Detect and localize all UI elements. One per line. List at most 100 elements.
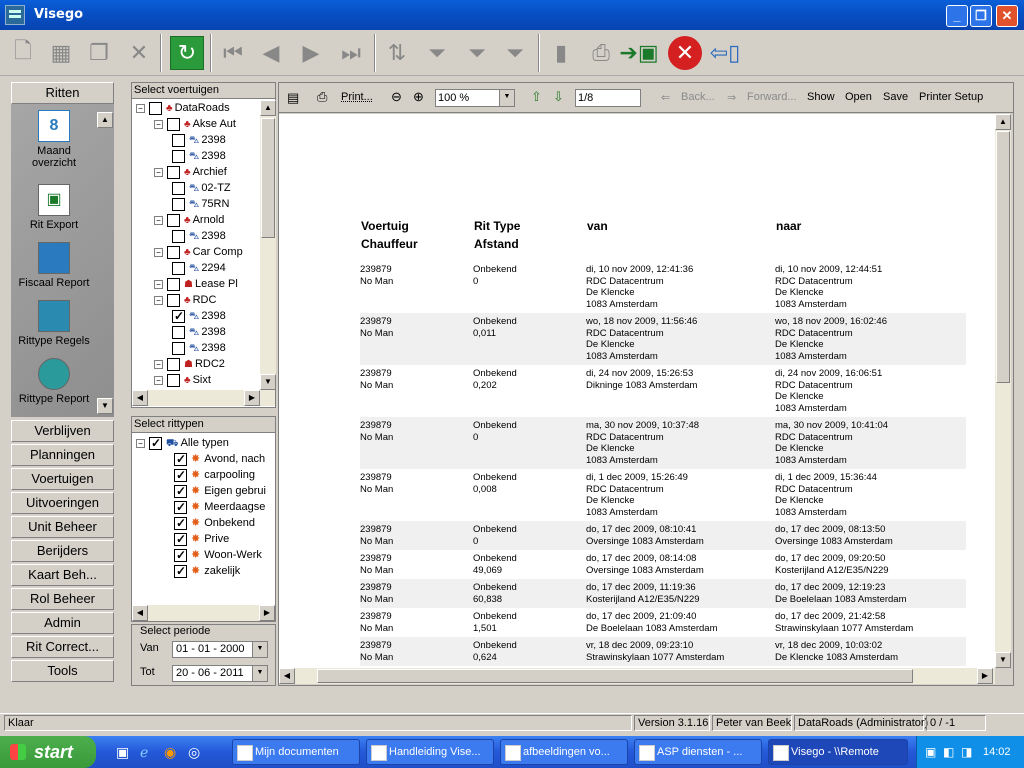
nav-rit-correct[interactable]: Rit Correct... <box>11 636 114 658</box>
nav-uitvoeringen[interactable]: Uitvoeringen <box>11 492 114 514</box>
scroll-right-arrow[interactable]: ▶ <box>977 668 993 684</box>
tot-date-field[interactable]: 20 - 06 - 2011 ▼ <box>172 665 268 682</box>
zoom-dropdown-arrow[interactable]: ▼ <box>499 90 514 106</box>
grid-icon[interactable]: ▦ <box>44 36 78 70</box>
voertuig-tree-item[interactable]: − ♣ Archief <box>154 164 227 180</box>
nav-verblijven[interactable]: Verblijven <box>11 420 114 442</box>
nav-planningen[interactable]: Planningen <box>11 444 114 466</box>
save-button[interactable]: Save <box>883 91 908 103</box>
voertuig-tree-item[interactable]: − ♣ RDC <box>154 292 216 308</box>
checkbox[interactable] <box>167 373 180 387</box>
toggle-tree-icon[interactable]: ▤ <box>287 90 299 106</box>
tot-dropdown-arrow[interactable]: ▼ <box>252 666 267 681</box>
expand-toggle-icon[interactable]: − <box>154 247 163 257</box>
printer-icon[interactable]: ⎙ <box>317 89 327 105</box>
nav-item-rit-export[interactable]: ▣ Rit Export <box>11 184 97 231</box>
expand-toggle-icon[interactable]: − <box>154 375 163 385</box>
scroll-right-arrow[interactable]: ▶ <box>244 390 260 406</box>
delete-icon[interactable]: ✕ <box>122 36 156 70</box>
quicklaunch-ie-icon[interactable]: ℯ <box>140 744 148 761</box>
expand-toggle-icon[interactable]: − <box>154 359 163 369</box>
task-asp-diensten[interactable]: ASP diensten - ... <box>634 739 762 765</box>
expand-toggle-icon[interactable]: − <box>154 295 163 305</box>
exit-door-icon[interactable]: ⇦▯ <box>708 36 742 70</box>
printer-setup-button[interactable]: Printer Setup <box>919 91 983 103</box>
show-button[interactable]: Show <box>807 91 835 103</box>
checkbox[interactable] <box>174 515 187 531</box>
rittype-item[interactable]: ✸carpooling <box>174 467 255 483</box>
nav-scroll-up[interactable]: ▲ <box>97 112 113 128</box>
voertuig-tree-item[interactable]: − ♣ Sixt <box>154 372 211 388</box>
start-button[interactable]: start <box>0 736 96 768</box>
task-visego[interactable]: Visego - \\Remote <box>768 739 908 765</box>
report-hscroll[interactable]: ◀ ▶ <box>279 668 995 684</box>
scroll-right-arrow[interactable]: ▶ <box>259 605 275 621</box>
first-icon[interactable]: ⏮ <box>216 36 250 70</box>
rittype-item[interactable]: ✸Avond, nach <box>174 451 265 467</box>
checkbox[interactable] <box>174 499 187 515</box>
scroll-thumb[interactable] <box>261 118 275 238</box>
voertuig-tree-item[interactable]: ⛍2398 <box>172 308 226 324</box>
print-button[interactable]: Print... <box>341 91 373 103</box>
nav-kaart-beheer[interactable]: Kaart Beh... <box>11 564 114 586</box>
checkbox[interactable] <box>167 165 180 179</box>
rittype-item[interactable]: ✸Eigen gebrui <box>174 483 266 499</box>
expand-toggle-icon[interactable]: − <box>154 167 163 177</box>
voertuig-tree-item[interactable]: ⛍2398 <box>172 228 226 244</box>
print-icon[interactable]: ⎙ <box>584 36 618 70</box>
nav-scroll-down[interactable]: ▼ <box>97 398 113 414</box>
nav-ritten[interactable]: Ritten <box>11 82 114 104</box>
checkbox[interactable] <box>174 467 187 483</box>
checkbox[interactable] <box>172 181 185 195</box>
scroll-left-arrow[interactable]: ◀ <box>132 605 148 621</box>
sort-icon[interactable]: ⇅ <box>380 36 414 70</box>
checkbox[interactable] <box>172 229 185 243</box>
voertuig-tree-item[interactable]: − ♣ DataRoads <box>136 100 230 116</box>
voertuig-tree-item[interactable]: ⛍2398 <box>172 148 226 164</box>
nav-item-maandoverzicht[interactable]: 8 Maand overzicht <box>11 110 97 169</box>
prev-icon[interactable]: ◀ <box>254 36 288 70</box>
zoom-out-icon[interactable]: ⊖ <box>391 89 402 105</box>
page-number-field[interactable]: 1/8 <box>575 89 641 107</box>
nav-item-fiscaal-report[interactable]: Fiscaal Report <box>11 242 97 289</box>
next-icon[interactable]: ▶ <box>294 36 328 70</box>
nav-rol-beheer[interactable]: Rol Beheer <box>11 588 114 610</box>
task-mijn-documenten[interactable]: Mijn documenten <box>232 739 360 765</box>
rittype-item[interactable]: ✸Meerdaagse <box>174 499 265 515</box>
nav-admin[interactable]: Admin <box>11 612 114 634</box>
checkbox[interactable] <box>174 531 187 547</box>
filter-icon[interactable]: ⏷ <box>420 36 454 70</box>
page-up-icon[interactable]: ⇧ <box>531 89 542 105</box>
expand-toggle-icon[interactable]: − <box>136 103 145 113</box>
checkbox[interactable] <box>174 451 187 467</box>
quicklaunch-media-icon[interactable]: ◎ <box>188 744 200 761</box>
checkbox[interactable] <box>174 483 187 499</box>
checkbox[interactable] <box>167 293 180 307</box>
quicklaunch-firefox-icon[interactable]: ◉ <box>164 744 176 761</box>
tray-app-icon[interactable]: ◧ <box>943 736 954 768</box>
minimize-button[interactable]: _ <box>946 5 968 27</box>
tray-network-icon[interactable]: ▣ <box>925 736 936 768</box>
page-icon[interactable]: ▮ <box>544 36 578 70</box>
back-button[interactable]: Back... <box>681 91 715 103</box>
van-dropdown-arrow[interactable]: ▼ <box>252 642 267 657</box>
checkbox[interactable] <box>172 149 185 163</box>
back-arrow-icon[interactable]: ⇐ <box>661 91 670 104</box>
nav-berijders[interactable]: Berijders <box>11 540 114 562</box>
checkbox[interactable] <box>167 245 180 259</box>
voertuig-tree-item[interactable]: − ♣ Car Comp <box>154 244 243 260</box>
scroll-thumb[interactable] <box>996 131 1010 383</box>
scroll-up-arrow[interactable]: ▲ <box>995 114 1011 130</box>
voertuig-tree-item[interactable]: − ☗ RDC2 <box>154 356 225 372</box>
filter-add-icon[interactable]: ⏷ <box>460 36 494 70</box>
expand-toggle-icon[interactable]: − <box>154 279 163 289</box>
task-afbeeldingen[interactable]: afbeeldingen vo... <box>500 739 628 765</box>
scroll-down-arrow[interactable]: ▼ <box>260 374 276 390</box>
checkbox[interactable] <box>174 563 187 579</box>
scroll-up-arrow[interactable]: ▲ <box>260 100 276 116</box>
maximize-button[interactable]: ❐ <box>970 5 992 27</box>
rittype-item[interactable]: ✸Onbekend <box>174 515 255 531</box>
checkbox[interactable] <box>167 277 180 291</box>
rittype-item[interactable]: ✸Prive <box>174 531 229 547</box>
checkbox[interactable] <box>172 197 185 211</box>
